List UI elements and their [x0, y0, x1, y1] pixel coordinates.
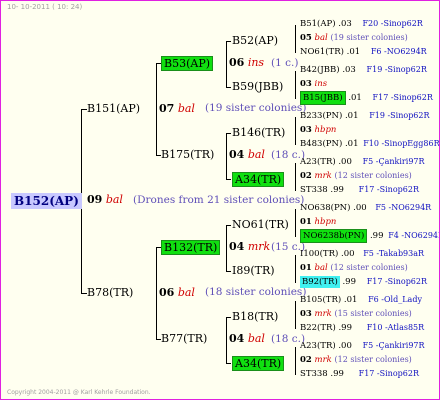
ancestor-3-7[interactable]: B18(TR) [232, 311, 278, 322]
ancestor-4-mid: 05 bal (19 sister colonies) [300, 33, 408, 43]
ancestor-4-top: B105(TR) .01 F6 -Old_Lady [300, 295, 422, 305]
parent-note: (19 sister colonies) [205, 102, 307, 114]
pedigree-chart: 10- 10-2011 ( 10: 24) Copyright 2004-201… [0, 0, 440, 400]
ancestor-4-mid: 03 ins [300, 79, 328, 89]
ancestor-4-top: A23(TR) .00 F5 -Çankiri97R [300, 341, 425, 351]
ancestor-3-8[interactable]: A34(TR) [232, 356, 285, 371]
grandparent-2[interactable]: B175(TR) [161, 149, 214, 160]
grandparent-3[interactable]: B132(TR) [161, 240, 221, 255]
ancestor-4-top: B233(PN) .01 F19 -Sinop62R [300, 111, 430, 121]
ancestor-4-bottom: B22(TR) .99 F10 -Atlas85R [300, 323, 425, 333]
ancestor-4-bottom: NO6238b(PN) .99 F4 -NO6294R [300, 229, 439, 243]
copyright: Copyright 2004-2011 @ Karl Kehrle Founda… [7, 389, 151, 396]
ancestor-4-bottom: ST338 .99 F17 -Sinop62R [300, 369, 419, 379]
ancestor-4-bottom: NO61(TR) .01 F6 -NO6294R [300, 47, 427, 57]
ancestor-4-mid: 01 hbpn [300, 217, 337, 227]
grandparent-1-note: (1 c.) [271, 57, 299, 69]
ancestor-4-top: B42(JBB) .03 F19 -Sinop62R [300, 65, 427, 75]
ancestor-3-5[interactable]: NO61(TR) [232, 219, 289, 230]
ancestor-3-3[interactable]: B146(TR) [232, 127, 285, 138]
parent-line: 07 bal [159, 102, 195, 115]
grandparent-4[interactable]: B77(TR) [161, 333, 207, 344]
ancestor-4-bottom: B92(TR) .99 F17 -Sinop62R [300, 276, 428, 288]
ancestor-4-top: NO638(PN) .00 F5 -NO6294R [300, 203, 432, 213]
parent-drone-line: 06 bal [159, 286, 195, 299]
ancestor-4-bottom: B483(PN) .01 F10 -SinopEgg86R [300, 139, 440, 149]
ancestor-4-top: I100(TR) .00 F5 -Takab93aR [300, 249, 425, 259]
ancestor-4-bottom: ST338 .99 F17 -Sinop62R [300, 185, 419, 195]
root-drone-note: (Drones from 21 sister colonies) [133, 194, 305, 206]
root-line: 09 bal [87, 194, 123, 205]
ancestor-3-4[interactable]: A34(TR) [232, 172, 285, 187]
ancestor-4-mid: 01 bal (12 sister colonies) [300, 263, 408, 273]
grandparent-4-line: 04 bal [229, 332, 265, 345]
ancestor-4-bottom: B15(JBB) .01 F17 -Sinop62R [300, 91, 433, 105]
parent-drone[interactable]: B78(TR) [87, 287, 133, 298]
timestamp: 10- 10-2011 ( 10: 24) [7, 3, 83, 11]
ancestor-4-top: A23(TR) .00 F5 -Çankiri97R [300, 157, 425, 167]
root-generation: 09 [87, 193, 103, 206]
grandparent-3-line: 04 mrk [229, 240, 271, 253]
grandparent-2-line: 04 bal [229, 148, 265, 161]
ancestor-4-mid: 03 hbpn [300, 125, 337, 135]
root-queen[interactable]: B152(AP) [11, 193, 82, 209]
parent-queen[interactable]: B151(AP) [87, 103, 140, 114]
root-race: bal [105, 193, 123, 206]
grandparent-1[interactable]: B53(AP) [161, 56, 214, 71]
parent-drone-note: (18 sister colonies) [205, 286, 307, 298]
ancestor-4-top: B51(AP) .03 F20 -Sinop62R [300, 19, 423, 29]
ancestor-4-mid: 03 mrk (15 sister colonies) [300, 309, 412, 319]
ancestor-3-1[interactable]: B52(AP) [232, 35, 278, 46]
ancestor-4-mid: 02 mrk (12 sister colonies) [300, 171, 412, 181]
ancestor-4-mid: 02 mrk (12 sister colonies) [300, 355, 412, 365]
ancestor-3-2[interactable]: B59(JBB) [232, 81, 283, 92]
ancestor-3-6[interactable]: I89(TR) [232, 265, 275, 276]
grandparent-1-line: 06 ins [229, 56, 265, 69]
